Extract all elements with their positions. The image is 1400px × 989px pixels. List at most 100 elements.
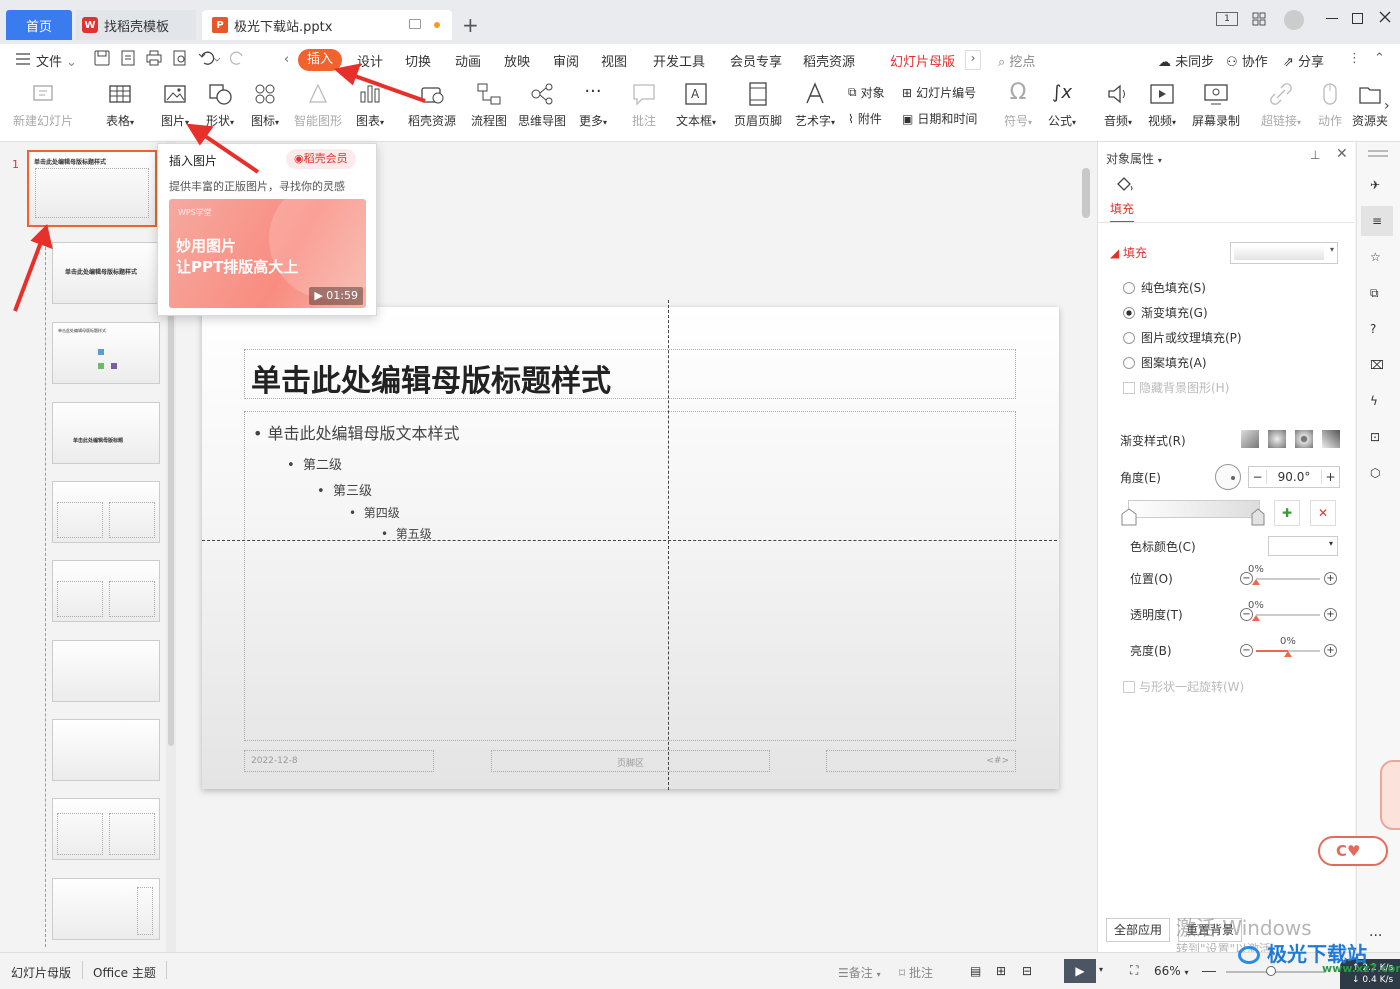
image-tool-icon[interactable]: ⌧ <box>1370 358 1384 372</box>
tab-member[interactable]: 会员专享 <box>730 51 782 70</box>
layout-thumbnail-two-content[interactable] <box>52 481 160 543</box>
pos-increase-button[interactable]: + <box>1324 572 1337 585</box>
angle-increment-button[interactable]: + <box>1321 470 1339 484</box>
tab-review[interactable]: 审阅 <box>553 51 579 70</box>
gradient-radial-option[interactable] <box>1268 430 1286 448</box>
book-icon[interactable]: ⊡ <box>1370 430 1380 444</box>
design-icon[interactable]: ✈ <box>1370 178 1380 192</box>
angle-decrement-button[interactable]: − <box>1249 470 1267 484</box>
panel-header[interactable]: 对象属性 ▾ <box>1106 150 1162 167</box>
video-button[interactable]: 视频▾ <box>1144 80 1180 129</box>
reading-view-icon[interactable]: ⊟ <box>1022 964 1032 978</box>
hyperlink-button[interactable]: 超链接▾ <box>1258 80 1304 129</box>
hide-background-checkbox[interactable]: 隐藏背景图形(H) <box>1123 379 1229 396</box>
textbox-button[interactable]: A 文本框▾ <box>674 80 718 129</box>
slide-thumbnail-pane[interactable]: 1 单击此处编辑母版标题样式 单击此处编辑母版标题样式 单击此处编辑母版标题样式… <box>0 142 178 952</box>
pos-slider-track[interactable] <box>1256 578 1320 580</box>
more-tools-icon[interactable]: ··· <box>1369 928 1382 944</box>
search-box[interactable]: ⌕ 挖点 <box>998 51 1035 70</box>
bright-increase-button[interactable]: + <box>1324 644 1337 657</box>
comment-toggle[interactable]: ⌑ 批注 <box>899 964 933 981</box>
print-icon[interactable] <box>146 50 162 66</box>
ribbon-scroll-left-icon[interactable]: ‹ <box>284 52 289 67</box>
rotate-with-shape-checkbox[interactable]: 与形状一起旋转(W) <box>1123 678 1244 695</box>
slide-number-button[interactable]: ⊞ 幻灯片编号 <box>902 84 976 101</box>
table-button[interactable]: 表格▾ <box>100 80 140 129</box>
shape-button[interactable]: 形状▾ <box>200 80 240 129</box>
layout-thumbnail-comparison[interactable] <box>52 560 160 622</box>
radio-picture-fill[interactable]: 图片或纹理填充(P) <box>1123 329 1242 346</box>
maximize-icon[interactable] <box>1352 13 1363 24</box>
header-footer-button[interactable]: 页眉页脚 <box>730 80 786 129</box>
symbol-button[interactable]: Ω 符号▾ <box>1000 80 1036 129</box>
tab-view[interactable]: 视图 <box>601 51 627 70</box>
tab-home[interactable]: 首页 <box>6 10 72 40</box>
chart-button[interactable]: 图表▾ <box>350 80 390 129</box>
canvas-scroll-thumb[interactable] <box>1082 168 1090 218</box>
layout-thumbnail-content-caption[interactable] <box>52 798 160 860</box>
hamburger-icon[interactable] <box>16 53 30 65</box>
trans-increase-button[interactable]: + <box>1324 608 1337 621</box>
close-icon[interactable] <box>1378 10 1392 24</box>
tab-animation[interactable]: 动画 <box>455 51 481 70</box>
gradient-stop-right[interactable] <box>1251 508 1265 526</box>
collapse-ribbon-icon[interactable]: ⌃ <box>1374 51 1385 66</box>
fit-window-icon[interactable]: ⛶ <box>1130 963 1138 978</box>
wordart-button[interactable]: 艺术字▾ <box>792 80 838 129</box>
docer-member-badge[interactable]: ◉稻壳会员 <box>286 149 356 169</box>
zoom-slider[interactable] <box>1226 966 1326 976</box>
tab-slideshow[interactable]: 放映 <box>504 51 530 70</box>
layout-thumbnail-title[interactable]: 单击此处编辑母版标题样式 <box>52 242 160 304</box>
radio-gradient-fill[interactable]: 渐变填充(G) <box>1123 304 1208 321</box>
angle-value[interactable]: 90.0° <box>1267 470 1321 484</box>
tab-design[interactable]: 设计 <box>357 51 383 70</box>
object-button[interactable]: ⧉ 对象 <box>848 84 885 101</box>
normal-view-icon[interactable]: ▤ <box>970 964 981 978</box>
tab-document[interactable]: P 极光下载站.pptx <box>202 10 452 40</box>
radio-solid-fill[interactable]: 纯色填充(S) <box>1123 279 1206 296</box>
layout-thumbnail-title-only[interactable] <box>52 640 160 702</box>
mascot-sticker[interactable]: C♥ <box>1318 760 1400 870</box>
tutorial-video-card[interactable]: WPS学堂 妙用图片 让PPT排版高大上 ▶ 01:59 <box>169 199 366 308</box>
minimize-icon[interactable] <box>1326 18 1338 19</box>
tab-fill[interactable]: 填充 <box>1110 200 1135 223</box>
star-icon[interactable]: ☆ <box>1370 250 1381 264</box>
pos-slider[interactable]: −0% + <box>1238 564 1342 588</box>
zoom-out-icon[interactable] <box>1202 971 1216 972</box>
ribbon-right-scroll-icon[interactable]: › <box>1384 98 1390 114</box>
flowchart-button[interactable]: 流程图 <box>468 80 510 129</box>
trans-slider[interactable]: −0% + <box>1238 600 1342 624</box>
title-placeholder[interactable]: 单击此处编辑母版标题样式 <box>244 349 1016 399</box>
zoom-level[interactable]: 66% ▾ <box>1154 964 1189 978</box>
tab-slide-master[interactable]: 幻灯片母版 <box>890 51 955 70</box>
stop-color-dropdown[interactable]: ▾ <box>1268 536 1338 556</box>
angle-dial[interactable] <box>1215 464 1241 490</box>
bright-slider-thumb[interactable] <box>1284 651 1292 657</box>
print-preview-icon[interactable] <box>172 50 188 66</box>
gradient-stop-left[interactable] <box>1121 508 1137 526</box>
angle-stepper[interactable]: − 90.0° + <box>1248 466 1340 488</box>
trans-slider-thumb[interactable] <box>1252 615 1260 621</box>
collab-button[interactable]: ⚇ 协作 <box>1226 51 1268 70</box>
canvas-scrollbar[interactable] <box>1082 150 1092 940</box>
slideshow-options-icon[interactable]: ▾ <box>1099 965 1103 974</box>
tab-transition[interactable]: 切换 <box>405 51 431 70</box>
mindmap-button[interactable]: 思维导图 <box>516 80 568 129</box>
audio-button[interactable]: 音频▾ <box>1100 80 1136 129</box>
picture-button[interactable]: 图片▾ <box>155 80 195 129</box>
apply-all-button[interactable]: 全部应用 <box>1106 918 1170 942</box>
tab-developer[interactable]: 开发工具 <box>653 51 705 70</box>
gradient-linear-option[interactable] <box>1241 430 1259 448</box>
status-theme[interactable]: Office 主题 <box>93 964 156 981</box>
action-button[interactable]: 动作 <box>1314 80 1346 129</box>
vertical-guide[interactable] <box>668 300 669 790</box>
add-stop-button[interactable]: ✚ <box>1274 500 1300 526</box>
sorter-view-icon[interactable]: ⊞ <box>996 964 1006 978</box>
lightning-icon[interactable]: ϟ <box>1370 394 1378 408</box>
gradient-stop-bar[interactable] <box>1128 500 1260 518</box>
date-placeholder[interactable]: 2022-12-8 <box>244 750 434 772</box>
layout-thumbnail-content[interactable]: 单击此处编辑母版标题样式 <box>52 322 160 384</box>
attachment-button[interactable]: ⌇ 附件 <box>848 110 882 127</box>
layout-thumbnail-blank[interactable] <box>52 719 160 781</box>
gradient-rect-option[interactable] <box>1295 430 1313 448</box>
